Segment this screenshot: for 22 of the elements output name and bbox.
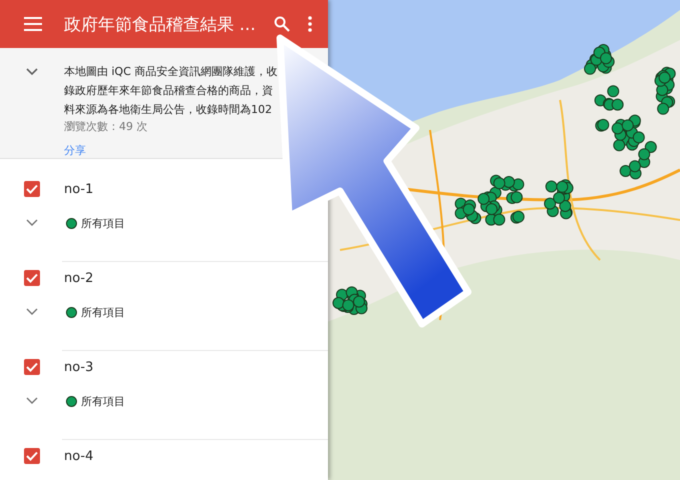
layer-name: no-3 — [64, 360, 94, 374]
legend-label: 所有項目 — [81, 216, 125, 230]
layer-name: no-1 — [64, 182, 94, 196]
layer-name: no-4 — [64, 448, 94, 464]
checkbox[interactable] — [24, 448, 40, 464]
chevron-down-icon[interactable] — [26, 219, 38, 227]
chevron-down-icon[interactable] — [26, 397, 38, 405]
share-link[interactable]: 分享 — [64, 143, 86, 158]
menu-icon[interactable] — [24, 17, 42, 31]
chevron-down-icon[interactable] — [26, 308, 38, 316]
more-options-icon[interactable] — [308, 16, 312, 32]
legend-label: 所有項目 — [81, 394, 125, 408]
map-description: 本地圖由 iQC 商品安全資訊網團隊維護，收 錄政府歷年來年節食品稽查合格的商品，資 料來源為各地衛生局公告，收錄時間為102 — [64, 64, 278, 118]
search-icon[interactable] — [274, 16, 290, 32]
checkbox[interactable] — [24, 359, 40, 375]
layer-name: no-2 — [64, 270, 94, 286]
legend-label: 所有項目 — [81, 304, 125, 320]
chevron-down-icon[interactable] — [26, 68, 38, 76]
checkbox[interactable] — [24, 181, 40, 197]
checkbox[interactable] — [24, 270, 40, 286]
map-title: 政府年節食品稽查結果 ... — [64, 14, 256, 36]
view-count: 瀏覽次數：49 次 — [64, 119, 148, 135]
